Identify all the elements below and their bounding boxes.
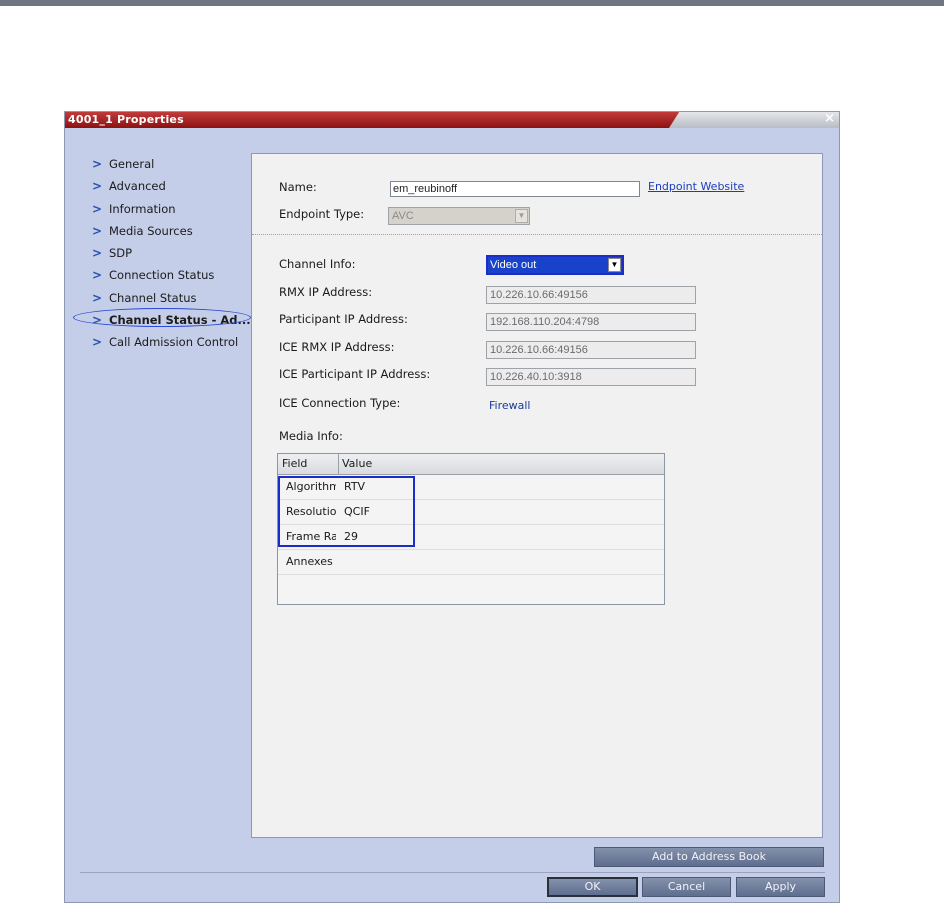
chevron-right-icon: > (92, 179, 103, 194)
column-header-value[interactable]: Value (342, 457, 372, 470)
column-header-field[interactable]: Field (282, 457, 307, 470)
sidebar-item-label: Connection Status (109, 268, 215, 283)
sidebar-item-call-admission-control[interactable]: > Call Admission Control (73, 334, 253, 356)
rmx-ip-field: 10.226.10.66:49156 (486, 286, 696, 304)
endpoint-website-link[interactable]: Endpoint Website (648, 180, 744, 193)
title-bar[interactable]: 4001_1 Properties × (65, 111, 839, 128)
participant-ip-label: Participant IP Address: (279, 312, 408, 326)
apply-button[interactable]: Apply (736, 877, 825, 897)
dialog-title: 4001_1 Properties (68, 113, 184, 126)
chevron-right-icon: > (92, 223, 103, 238)
row-field: Annexes (286, 555, 333, 568)
name-field[interactable]: em_reubinoff (390, 181, 640, 197)
ice-participant-ip-field: 10.226.40.10:3918 (486, 368, 696, 386)
channel-info-value: Video out (490, 259, 537, 271)
participant-ip-field: 192.168.110.204:4798 (486, 313, 696, 331)
footer-divider (80, 872, 825, 873)
table-header: Field Value (278, 454, 664, 475)
section-divider (252, 234, 822, 235)
properties-dialog: 4001_1 Properties × > General > Advanced… (64, 111, 840, 903)
sidebar-item-media-sources[interactable]: > Media Sources (73, 223, 253, 245)
rmx-ip-label: RMX IP Address: (279, 285, 373, 299)
chevron-right-icon: > (92, 268, 103, 283)
table-row[interactable]: Annexes (278, 550, 664, 575)
chevron-down-icon: ▼ (515, 209, 528, 223)
cancel-button[interactable]: Cancel (642, 877, 731, 897)
channel-info-label: Channel Info: (279, 257, 356, 271)
sidebar-item-sdp[interactable]: > SDP (73, 245, 253, 267)
ok-button[interactable]: OK (547, 877, 638, 897)
content-panel: Name: em_reubinoff Endpoint Website Endp… (251, 153, 823, 838)
channel-info-select[interactable]: Video out ▼ (486, 255, 624, 275)
media-info-label: Media Info: (279, 429, 343, 443)
ice-connection-type-value: Firewall (489, 399, 531, 412)
sidebar-item-label: General (109, 157, 155, 171)
media-info-table[interactable]: Field Value Algorithm RTV Resolution QCI… (277, 453, 665, 605)
sidebar-item-label: Information (109, 201, 176, 216)
sidebar-item-label: Call Admission Control (109, 335, 239, 350)
sidebar-item-channel-status-advanced[interactable]: > Channel Status - Ad... (73, 308, 253, 334)
sidebar-item-label: Channel Status (109, 290, 197, 305)
chevron-right-icon: > (92, 201, 103, 216)
sidebar-item-label: Advanced (109, 179, 166, 194)
sidebar-item-general[interactable]: > General (73, 156, 253, 178)
sidebar-item-information[interactable]: > Information (73, 201, 253, 223)
ice-connection-type-label: ICE Connection Type: (279, 396, 401, 410)
close-icon[interactable]: × (824, 111, 835, 126)
ice-rmx-ip-field: 10.226.10.66:49156 (486, 341, 696, 359)
endpoint-type-select: AVC ▼ (388, 207, 530, 225)
chevron-right-icon: > (92, 290, 103, 305)
top-accent-bar (0, 0, 944, 6)
chevron-right-icon: > (92, 335, 103, 350)
endpoint-type-label: Endpoint Type: (279, 207, 365, 221)
chevron-right-icon: > (92, 157, 103, 171)
chevron-down-icon[interactable]: ▼ (608, 258, 621, 272)
chevron-right-icon: > (92, 246, 103, 261)
chevron-right-icon: > (92, 313, 103, 328)
column-separator[interactable] (338, 454, 339, 474)
sidebar-item-advanced[interactable]: > Advanced (73, 178, 253, 200)
sidebar-item-label: Media Sources (109, 223, 193, 238)
add-to-address-book-button[interactable]: Add to Address Book (594, 847, 824, 867)
title-bar-gradient (669, 112, 839, 128)
sidebar-item-connection-status[interactable]: > Connection Status (73, 267, 253, 289)
sidebar-item-label: SDP (109, 246, 133, 261)
highlight-outline (278, 476, 415, 547)
name-label: Name: (279, 180, 317, 194)
ice-participant-ip-label: ICE Participant IP Address: (279, 367, 431, 381)
sidebar-nav: > General > Advanced > Information > Med… (73, 156, 253, 357)
endpoint-type-value: AVC (392, 210, 414, 222)
ice-rmx-ip-label: ICE RMX IP Address: (279, 340, 395, 354)
